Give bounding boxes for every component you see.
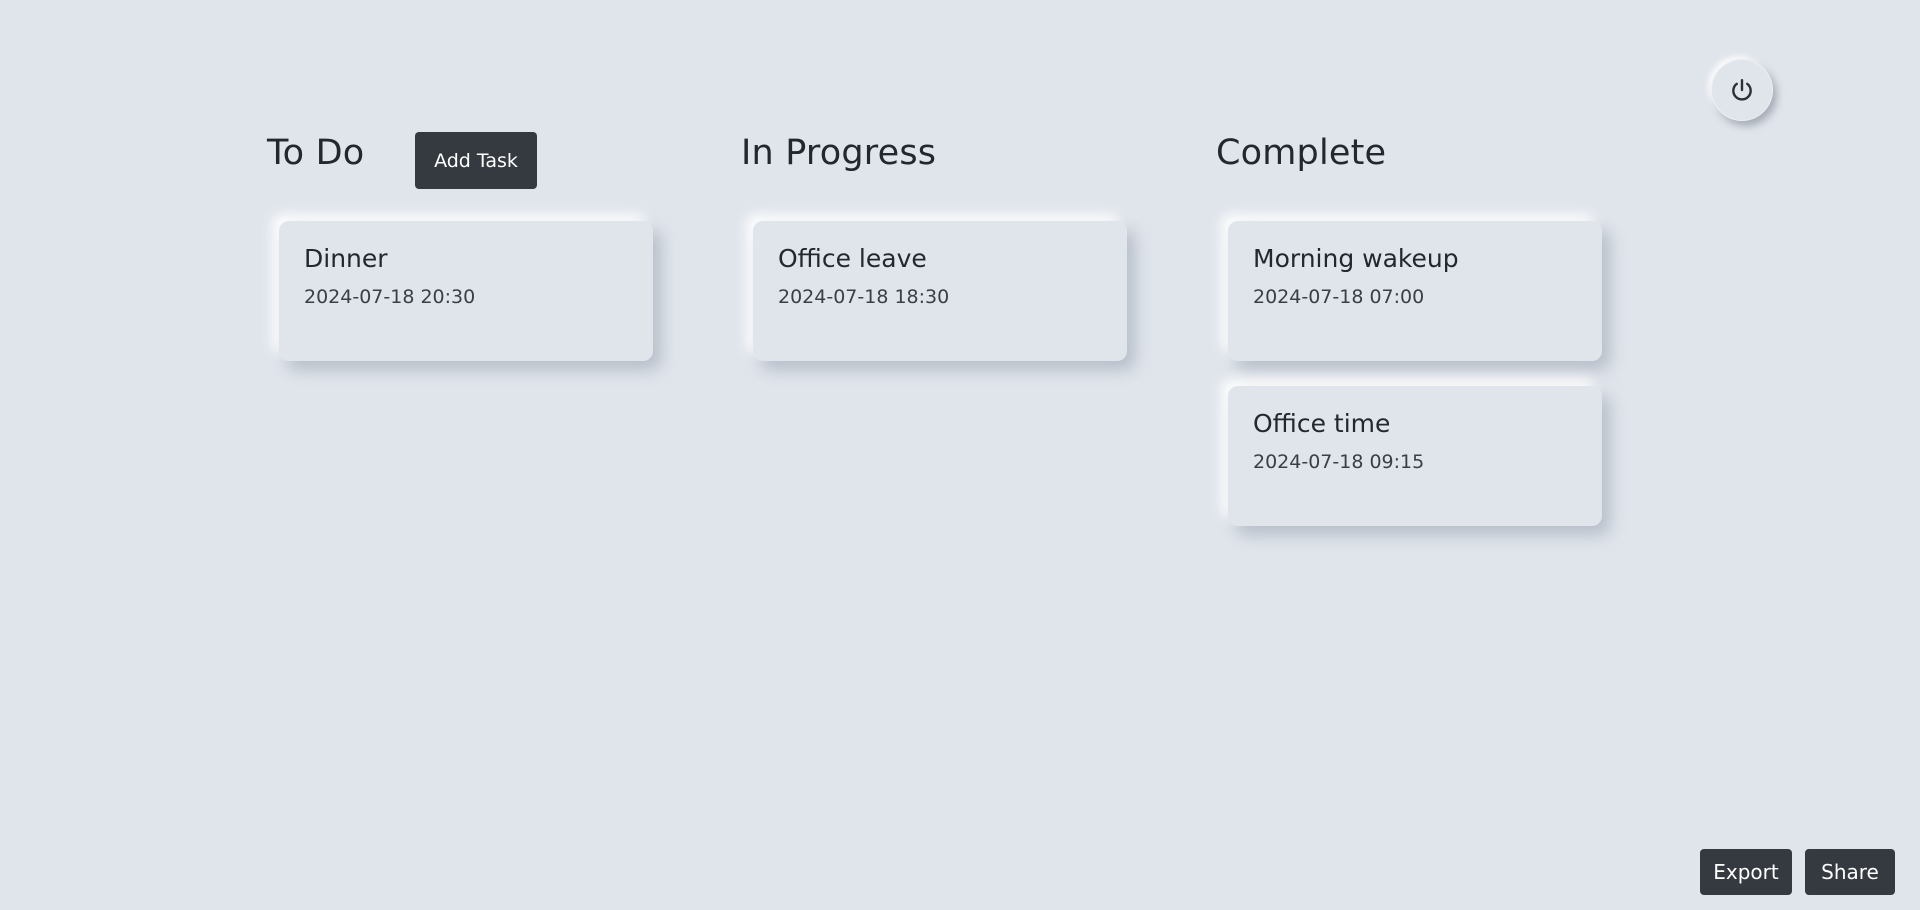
export-button[interactable]: Export bbox=[1700, 849, 1792, 895]
task-time: 2024-07-18 09:15 bbox=[1253, 451, 1425, 473]
column-complete: Complete Morning wakeup 2024-07-18 07:00… bbox=[1216, 125, 1616, 526]
column-header: In Progress bbox=[741, 125, 1141, 181]
task-title: Dinner bbox=[304, 244, 388, 273]
column-title: Complete bbox=[1216, 133, 1387, 173]
task-time: 2024-07-18 07:00 bbox=[1253, 286, 1425, 308]
task-title: Office time bbox=[1253, 409, 1391, 438]
column-todo: To Do Add Task Dinner 2024-07-18 20:30 bbox=[267, 125, 667, 361]
share-button[interactable]: Share bbox=[1805, 849, 1895, 895]
column-header: Complete bbox=[1216, 125, 1616, 181]
add-task-button[interactable]: Add Task bbox=[415, 132, 537, 189]
card-list: Office leave 2024-07-18 18:30 bbox=[753, 221, 1127, 386]
task-title: Morning wakeup bbox=[1253, 244, 1459, 273]
power-button[interactable] bbox=[1711, 59, 1773, 121]
column-header: To Do Add Task bbox=[267, 125, 667, 189]
column-title: In Progress bbox=[741, 133, 937, 173]
task-card[interactable]: Office leave 2024-07-18 18:30 bbox=[753, 221, 1127, 361]
column-in-progress: In Progress Office leave 2024-07-18 18:3… bbox=[741, 125, 1141, 361]
task-title: Office leave bbox=[778, 244, 927, 273]
kanban-board: To Do Add Task Dinner 2024-07-18 20:30 I… bbox=[0, 0, 1920, 910]
power-icon bbox=[1729, 77, 1755, 103]
task-card[interactable]: Morning wakeup 2024-07-18 07:00 bbox=[1228, 221, 1602, 361]
card-list: Morning wakeup 2024-07-18 07:00 Office t… bbox=[1228, 221, 1602, 551]
task-time: 2024-07-18 18:30 bbox=[778, 286, 950, 308]
task-time: 2024-07-18 20:30 bbox=[304, 286, 476, 308]
card-list: Dinner 2024-07-18 20:30 bbox=[279, 221, 653, 386]
task-card[interactable]: Office time 2024-07-18 09:15 bbox=[1228, 386, 1602, 526]
task-card[interactable]: Dinner 2024-07-18 20:30 bbox=[279, 221, 653, 361]
